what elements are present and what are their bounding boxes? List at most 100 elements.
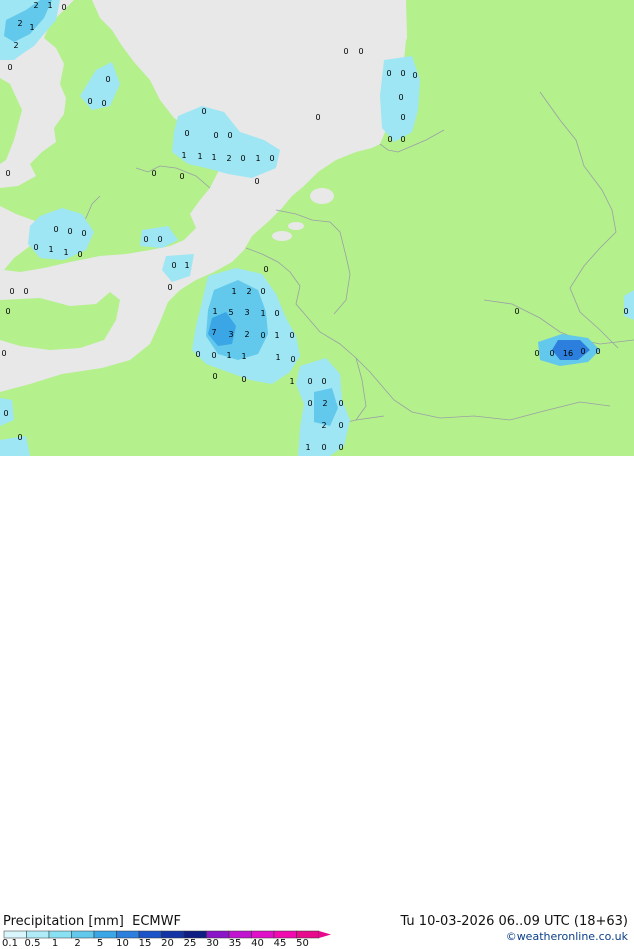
precip-value-label: 0 [269,154,274,163]
precip-value-label: 0 [101,99,106,108]
precip-value-label: 0 [549,349,554,358]
scale-tick-label: 40 [251,938,264,949]
precip-value-label: 0 [227,131,232,140]
precip-value-label: 0 [274,309,279,318]
scale-tick-label: 35 [228,938,242,949]
scale-tick-label: 50 [296,938,309,949]
precip-value-label: 2 [33,1,38,10]
color-scale-swatch [228,930,252,939]
precip-value-label: 2 [322,399,327,408]
color-scale-swatch [3,930,27,939]
precip-value-label: 0 [398,93,403,102]
scale-tick-label: 1 [51,938,59,949]
credit-link[interactable]: ©weatheronline.co.uk [506,930,628,943]
precip-value-label: 0 [213,131,218,140]
precip-value-label: 1 [305,443,310,452]
precip-value-label: 0 [167,283,172,292]
precip-value-label: 0 [87,97,92,106]
color-scale-swatch [206,930,230,939]
precip-value-label: 0 [387,135,392,144]
precip-value-label: 2 [13,41,18,50]
color-scale-swatch [48,930,72,939]
precip-value-label: 1 [48,245,53,254]
precip-value-label: 1 [29,23,34,32]
precip-value-label: 0 [400,113,405,122]
precip-value-label: 0 [358,47,363,56]
precip-value-label: 1 [184,261,189,270]
color-scale-swatch [138,930,162,939]
precip-value-label: 3 [228,330,233,339]
precip-value-label: 0 [412,71,417,80]
precip-value-label: 1 [275,353,280,362]
precip-value-label: 0 [338,443,343,452]
precip-value-label: 0 [260,331,265,340]
precip-value-label: 0 [241,375,246,384]
color-scale-swatch [161,930,185,939]
precip-value-label: 0 [171,261,176,270]
precip-value-label: 1 [226,351,231,360]
scale-tick-label: 0.1 [2,938,18,949]
precip-value-label: 1 [255,154,260,163]
precip-value-label: 0 [201,107,206,116]
precip-value-label: 0 [143,235,148,244]
map-footer: Precipitation [mm] ECMWF Tu 10-03-2026 0… [0,456,634,949]
precip-value-label: 0 [534,349,539,358]
scale-tick-label: 20 [161,938,174,949]
precip-value-label: 1 [63,248,68,257]
precip-value-label: 0 [514,307,519,316]
precip-value-label: 0 [81,229,86,238]
precip-value-label: 0 [67,227,72,236]
scale-tick-label: 15 [138,938,152,949]
scale-tick-label: 45 [273,938,287,949]
precip-value-label: 0 [211,351,216,360]
precip-value-label: 0 [1,349,6,358]
precip-value-label: 0 [595,347,600,356]
precip-value-label: 1 [197,152,202,161]
precip-value-label: 2 [226,154,231,163]
precip-value-label: 0 [321,377,326,386]
precip-value-label: 0 [212,372,217,381]
precip-value-label: 1 [241,352,246,361]
precip-value-label: 0 [307,399,312,408]
precip-value-label: 0 [260,287,265,296]
precip-value-label: 0 [580,347,585,356]
precip-value-label: 0 [386,69,391,78]
precip-value-label: 0 [315,113,320,122]
precip-value-label: 1 [212,307,217,316]
precip-value-label: 0 [157,235,162,244]
precip-value-label: 2 [17,19,22,28]
precip-value-label: 0 [179,172,184,181]
precip-value-label: 0 [7,63,12,72]
precip-value-label: 3 [244,308,249,317]
color-scale-ticks: 0.1 0.5 1 2 5 10 15 20 25 30 35 40 45 50 [0,938,340,949]
precip-value-label: 1 [181,151,186,160]
precip-value-label: 0 [307,377,312,386]
color-scale-swatch [26,930,50,939]
precip-value-label: 16 [563,349,573,358]
color-scale-swatch [273,930,297,939]
precip-value-label: 0 [400,135,405,144]
precip-value-label: 0 [5,307,10,316]
scale-tick-label: 30 [206,938,219,949]
precip-value-label: 0 [53,225,58,234]
scale-tick-label: 0.5 [24,938,41,949]
precip-value-label: 0 [321,443,326,452]
precip-value-label: 1 [47,1,52,10]
forecast-datetime: Tu 10-03-2026 06..09 UTC (18+63) [400,914,628,929]
color-scale-swatch [71,930,95,939]
precip-value-label: 0 [9,287,14,296]
precip-value-label: 7 [211,328,216,337]
precip-value-label: 2 [321,421,326,430]
precip-value-label: 0 [343,47,348,56]
precip-value-label: 1 [211,153,216,162]
color-scale-swatch [93,930,117,939]
precip-value-label: 0 [338,421,343,430]
precip-value-label: 0 [263,265,268,274]
precip-value-label: 0 [33,243,38,252]
precip-value-label: 0 [338,399,343,408]
color-scale-swatch [116,930,140,939]
precip-value-label: 2 [244,330,249,339]
precip-value-label: 0 [3,409,8,418]
precip-value-label: 0 [17,433,22,442]
precip-value-label: 0 [77,250,82,259]
